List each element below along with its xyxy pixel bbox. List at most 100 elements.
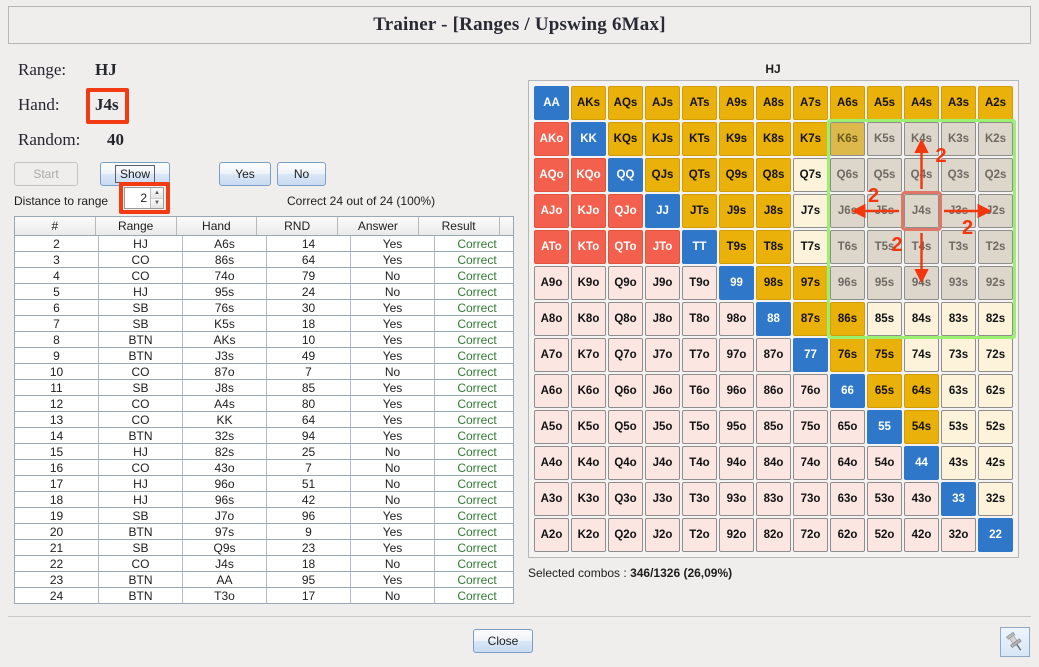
matrix-cell-85o[interactable]: 85o [756, 410, 791, 444]
matrix-cell-99[interactable]: 99 [719, 266, 754, 300]
table-row[interactable]: 8 BTN AKs 10 Yes Correct [15, 332, 513, 348]
table-row[interactable]: 19 SB J7o 96 Yes Correct [15, 508, 513, 524]
matrix-cell-A2s[interactable]: A2s [978, 86, 1013, 120]
table-row[interactable]: 21 SB Q9s 23 Yes Correct [15, 540, 513, 556]
table-header-[interactable]: # [15, 217, 96, 235]
matrix-cell-A5o[interactable]: A5o [534, 410, 569, 444]
matrix-cell-QJo[interactable]: QJo [608, 194, 643, 228]
matrix-cell-A9o[interactable]: A9o [534, 266, 569, 300]
matrix-cell-Q3o[interactable]: Q3o [608, 482, 643, 516]
table-row[interactable]: 16 CO 43o 7 No Correct [15, 460, 513, 476]
matrix-cell-74o[interactable]: 74o [793, 446, 828, 480]
matrix-cell-63s[interactable]: 63s [941, 374, 976, 408]
matrix-cell-T7o[interactable]: T7o [682, 338, 717, 372]
matrix-cell-93s[interactable]: 93s [941, 266, 976, 300]
matrix-cell-86o[interactable]: 86o [756, 374, 791, 408]
matrix-cell-85s[interactable]: 85s [867, 302, 902, 336]
matrix-cell-Q9o[interactable]: Q9o [608, 266, 643, 300]
matrix-cell-J6s[interactable]: J6s [830, 194, 865, 228]
matrix-cell-A4s[interactable]: A4s [904, 86, 939, 120]
matrix-cell-64s[interactable]: 64s [904, 374, 939, 408]
matrix-cell-65o[interactable]: 65o [830, 410, 865, 444]
matrix-cell-43s[interactable]: 43s [941, 446, 976, 480]
matrix-cell-66[interactable]: 66 [830, 374, 865, 408]
matrix-cell-83o[interactable]: 83o [756, 482, 791, 516]
matrix-cell-J4o[interactable]: J4o [645, 446, 680, 480]
table-row[interactable]: 22 CO J4s 18 No Correct [15, 556, 513, 572]
matrix-cell-K3o[interactable]: K3o [571, 482, 606, 516]
table-row[interactable]: 24 BTN T3o 17 No Correct [15, 588, 513, 603]
matrix-cell-J3o[interactable]: J3o [645, 482, 680, 516]
matrix-cell-K8o[interactable]: K8o [571, 302, 606, 336]
matrix-cell-KQo[interactable]: KQo [571, 158, 606, 192]
matrix-cell-J9o[interactable]: J9o [645, 266, 680, 300]
matrix-cell-73o[interactable]: 73o [793, 482, 828, 516]
table-row[interactable]: 14 BTN 32s 94 Yes Correct [15, 428, 513, 444]
matrix-cell-A7o[interactable]: A7o [534, 338, 569, 372]
table-header-rnd[interactable]: RND [257, 217, 338, 235]
matrix-cell-76o[interactable]: 76o [793, 374, 828, 408]
matrix-cell-33[interactable]: 33 [941, 482, 976, 516]
matrix-cell-98s[interactable]: 98s [756, 266, 791, 300]
matrix-cell-96s[interactable]: 96s [830, 266, 865, 300]
matrix-cell-J4s[interactable]: J4s [904, 194, 939, 228]
matrix-cell-AA[interactable]: AA [534, 86, 569, 120]
no-button[interactable]: No [277, 162, 326, 186]
matrix-cell-A4o[interactable]: A4o [534, 446, 569, 480]
matrix-cell-T8s[interactable]: T8s [756, 230, 791, 264]
table-header-range[interactable]: Range [95, 217, 177, 235]
matrix-cell-JJ[interactable]: JJ [645, 194, 680, 228]
matrix-cell-A3s[interactable]: A3s [941, 86, 976, 120]
matrix-cell-95s[interactable]: 95s [867, 266, 902, 300]
matrix-cell-JTs[interactable]: JTs [682, 194, 717, 228]
pin-window-button[interactable] [1000, 627, 1030, 657]
matrix-cell-T9s[interactable]: T9s [719, 230, 754, 264]
matrix-cell-AQs[interactable]: AQs [608, 86, 643, 120]
matrix-cell-T9o[interactable]: T9o [682, 266, 717, 300]
matrix-cell-Q2o[interactable]: Q2o [608, 518, 643, 552]
matrix-cell-AKo[interactable]: AKo [534, 122, 569, 156]
matrix-cell-Q6s[interactable]: Q6s [830, 158, 865, 192]
matrix-cell-J8o[interactable]: J8o [645, 302, 680, 336]
matrix-cell-J2s[interactable]: J2s [978, 194, 1013, 228]
matrix-cell-97o[interactable]: 97o [719, 338, 754, 372]
matrix-cell-77[interactable]: 77 [793, 338, 828, 372]
matrix-cell-K2o[interactable]: K2o [571, 518, 606, 552]
matrix-cell-K7o[interactable]: K7o [571, 338, 606, 372]
matrix-cell-54s[interactable]: 54s [904, 410, 939, 444]
matrix-cell-22[interactable]: 22 [978, 518, 1013, 552]
matrix-cell-T2s[interactable]: T2s [978, 230, 1013, 264]
matrix-cell-75s[interactable]: 75s [867, 338, 902, 372]
matrix-cell-Q9s[interactable]: Q9s [719, 158, 754, 192]
matrix-cell-43o[interactable]: 43o [904, 482, 939, 516]
matrix-cell-A8s[interactable]: A8s [756, 86, 791, 120]
matrix-cell-97s[interactable]: 97s [793, 266, 828, 300]
matrix-cell-44[interactable]: 44 [904, 446, 939, 480]
matrix-cell-ATo[interactable]: ATo [534, 230, 569, 264]
matrix-cell-92s[interactable]: 92s [978, 266, 1013, 300]
matrix-cell-32o[interactable]: 32o [941, 518, 976, 552]
table-row[interactable]: 15 HJ 82s 25 No Correct [15, 444, 513, 460]
matrix-cell-ATs[interactable]: ATs [682, 86, 717, 120]
matrix-cell-T3o[interactable]: T3o [682, 482, 717, 516]
matrix-cell-92o[interactable]: 92o [719, 518, 754, 552]
matrix-cell-K6o[interactable]: K6o [571, 374, 606, 408]
matrix-cell-A5s[interactable]: A5s [867, 86, 902, 120]
matrix-cell-72o[interactable]: 72o [793, 518, 828, 552]
matrix-cell-J5s[interactable]: J5s [867, 194, 902, 228]
matrix-cell-J7o[interactable]: J7o [645, 338, 680, 372]
matrix-cell-K9s[interactable]: K9s [719, 122, 754, 156]
matrix-cell-94s[interactable]: 94s [904, 266, 939, 300]
table-header-answer[interactable]: Answer [338, 217, 419, 235]
matrix-cell-Q6o[interactable]: Q6o [608, 374, 643, 408]
matrix-cell-84s[interactable]: 84s [904, 302, 939, 336]
matrix-cell-A2o[interactable]: A2o [534, 518, 569, 552]
matrix-cell-KTs[interactable]: KTs [682, 122, 717, 156]
matrix-cell-72s[interactable]: 72s [978, 338, 1013, 372]
matrix-cell-Q3s[interactable]: Q3s [941, 158, 976, 192]
matrix-cell-Q7o[interactable]: Q7o [608, 338, 643, 372]
matrix-cell-T4o[interactable]: T4o [682, 446, 717, 480]
matrix-cell-K3s[interactable]: K3s [941, 122, 976, 156]
matrix-cell-KK[interactable]: KK [571, 122, 606, 156]
matrix-cell-53s[interactable]: 53s [941, 410, 976, 444]
